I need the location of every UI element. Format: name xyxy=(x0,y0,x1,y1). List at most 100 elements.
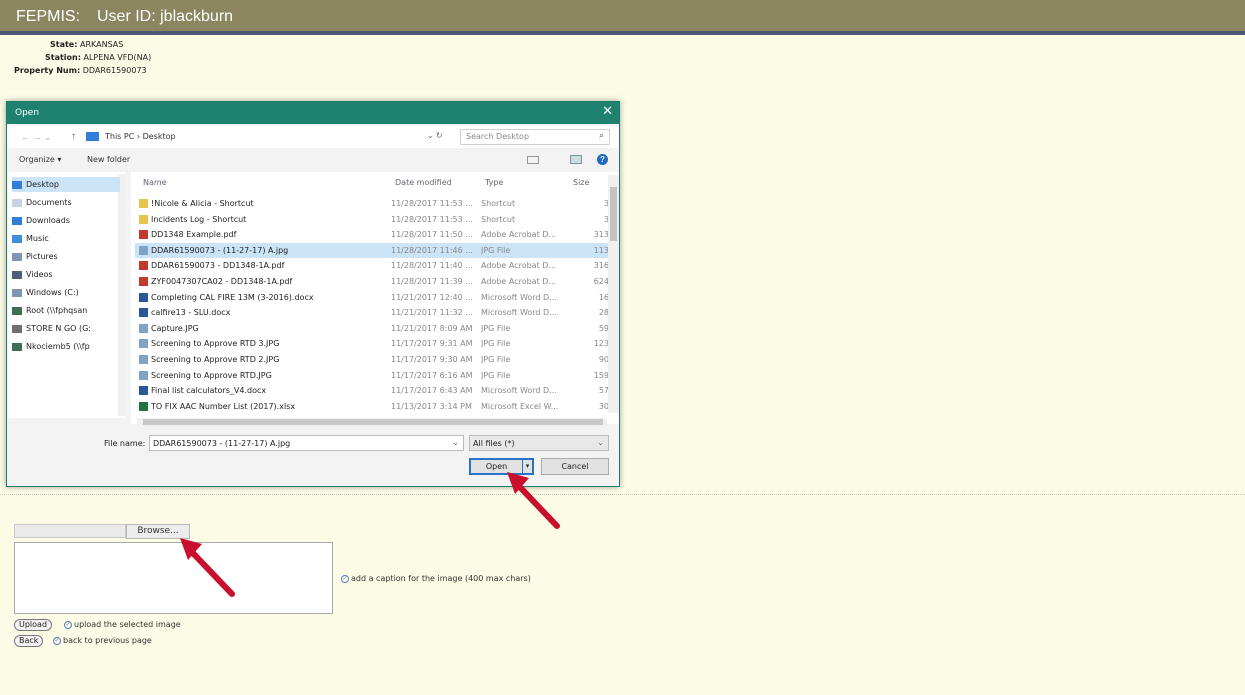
app-name: FEPMIS: xyxy=(16,8,81,25)
file-type: JPG File xyxy=(481,323,511,333)
help-icon[interactable]: ? xyxy=(597,154,608,165)
nav-item-label: Pictures xyxy=(26,252,58,261)
file-row[interactable]: DD1348 Example.pdf 11/28/2017 11:50 ... Ad… xyxy=(135,227,611,242)
folder-icon xyxy=(12,288,22,297)
file-row[interactable]: DDAR61590073 - DD1348-1A.pdf 11/28/2017 1… xyxy=(135,258,611,273)
file-type: Microsoft Excel W... xyxy=(481,401,559,411)
folder-icon xyxy=(12,180,22,189)
nav-item[interactable]: Videos xyxy=(12,267,120,282)
nav-item-label: Music xyxy=(26,234,49,243)
chevron-down-icon[interactable]: ⌄ xyxy=(452,438,459,447)
file-icon xyxy=(139,370,148,380)
open-file-dialog: Open ✕ ← → ⌄ ↑ This PC › Desktop ⌄ ↻ Sea… xyxy=(6,101,620,487)
file-type: Microsoft Word D... xyxy=(481,292,557,302)
property-value: DDAR61590073 xyxy=(82,66,147,75)
file-row[interactable]: calfire13 - SLU.docx 11/21/2017 11:32 ...… xyxy=(135,305,611,320)
file-row[interactable]: TO FIX AAC Number List (2017).xlsx 11/13/… xyxy=(135,399,611,414)
file-row[interactable]: Screening to Approve RTD 2.JPG 11/17/2017… xyxy=(135,352,611,367)
back-hint: ✓ back to previous page xyxy=(53,636,152,645)
folder-icon xyxy=(12,252,22,261)
nav-item[interactable]: Apple iPhone xyxy=(12,172,120,174)
close-icon[interactable]: ✕ xyxy=(602,104,613,119)
file-type: Shortcut xyxy=(481,214,516,224)
navigation-pane: Quick accessThis PCApple iPhoneDesktopDo… xyxy=(8,172,125,418)
scroll-thumb-horizontal[interactable] xyxy=(143,419,603,425)
view-options-icon[interactable] xyxy=(527,156,539,164)
file-path-field[interactable] xyxy=(14,524,126,538)
file-name: Capture.JPG xyxy=(151,323,199,333)
nav-item[interactable]: Windows (C:) xyxy=(12,285,120,300)
info-check-icon: ✓ xyxy=(341,574,349,583)
file-date: 11/28/2017 11:39 ... xyxy=(391,277,473,286)
horizontal-scrollbar[interactable] xyxy=(137,418,607,426)
file-icon xyxy=(139,355,148,364)
nav-item[interactable]: Music xyxy=(12,231,120,246)
file-icon xyxy=(139,199,148,208)
address-bar[interactable]: This PC › Desktop xyxy=(105,131,451,145)
column-type[interactable]: Type xyxy=(485,178,503,187)
state-value: ARKANSAS xyxy=(79,40,124,49)
file-icon xyxy=(139,245,148,255)
file-row[interactable]: DDAR61590073 - (11-27-17) A.jpg 11/28/201… xyxy=(135,242,611,258)
back-button[interactable]: Back xyxy=(14,635,44,647)
refresh-icon[interactable]: ⌄ ↻ xyxy=(427,131,443,140)
chevron-down-icon[interactable]: ⌄ xyxy=(597,438,604,447)
file-name: Screening to Approve RTD.JPG xyxy=(151,370,272,380)
nav-item-label: STORE N GO (G: xyxy=(26,324,91,333)
search-icon: ⌕ xyxy=(598,131,604,141)
file-icon xyxy=(139,339,148,349)
vertical-scrollbar[interactable] xyxy=(608,175,619,413)
organize-button[interactable]: Organize ▾ xyxy=(19,155,61,164)
nav-item-label: Nkociemb5 (\\fp xyxy=(26,342,90,351)
caption-textarea[interactable] xyxy=(14,542,333,614)
info-check-icon: ✓ xyxy=(64,620,72,629)
file-date: 11/17/2017 9:30 AM xyxy=(391,355,473,364)
nav-item[interactable]: Desktop xyxy=(12,177,120,192)
file-date: 11/28/2017 11:53 ... xyxy=(391,214,473,224)
search-input[interactable]: Search Desktop ⌕ xyxy=(460,129,610,145)
info-check-icon: ✓ xyxy=(53,636,61,645)
up-arrow-icon[interactable]: ↑ xyxy=(71,131,76,142)
new-folder-button[interactable]: New folder xyxy=(87,155,130,164)
file-row[interactable]: Incidents Log - Shortcut 11/28/2017 11:53… xyxy=(135,212,611,227)
nav-item[interactable]: Documents xyxy=(12,195,120,210)
file-name-input[interactable]: DDAR61590073 - (11-27-17) A.jpg ⌄ xyxy=(149,435,464,451)
file-row[interactable]: Screening to Approve RTD 3.JPG 11/17/2017… xyxy=(135,336,611,351)
file-date: 11/28/2017 11:50 ... xyxy=(391,230,473,240)
file-row[interactable]: !Nicole & Alicia - Shortcut 11/28/2017 11… xyxy=(135,196,611,211)
folder-icon xyxy=(12,324,22,333)
file-icon xyxy=(139,292,148,302)
file-type-select[interactable]: All files (*) ⌄ xyxy=(469,435,609,451)
file-type: JPG File xyxy=(481,355,511,364)
file-size: 28 xyxy=(598,308,609,318)
file-row[interactable]: ZYF0047307CA02 - DD1348-1A.pdf 11/28/2017… xyxy=(135,274,611,289)
file-row[interactable]: Capture.JPG 11/21/2017 8:09 AM JPG File 59 xyxy=(135,321,611,336)
back-forward-icon[interactable]: ← → ⌄ xyxy=(21,132,52,143)
address-row: ← → ⌄ ↑ This PC › Desktop ⌄ ↻ Search Des… xyxy=(7,126,619,148)
caption-hint-text: add a caption for the image (400 max cha… xyxy=(351,574,531,583)
file-type-value: All files (*) xyxy=(473,439,515,448)
upload-button[interactable]: Upload xyxy=(14,619,53,631)
file-row[interactable]: Completing CAL FIRE 13M (3-2016).docx 11/… xyxy=(135,290,611,305)
file-date: 11/13/2017 3:14 PM xyxy=(391,401,472,411)
preview-pane-icon[interactable] xyxy=(570,155,582,164)
file-row[interactable]: Screening to Approve RTD.JPG 11/17/2017 6… xyxy=(135,368,611,383)
file-type: Microsoft Word D... xyxy=(481,386,557,396)
folder-icon xyxy=(12,198,22,207)
nav-item[interactable]: Downloads xyxy=(12,213,120,228)
file-size: 59 xyxy=(598,323,609,333)
file-row[interactable]: Final list calculators_V4.docx 11/17/2017… xyxy=(135,383,611,398)
nav-item[interactable]: Pictures xyxy=(12,249,120,264)
column-name[interactable]: Name xyxy=(143,178,167,187)
upload-hint-text: upload the selected image xyxy=(74,620,181,629)
column-size[interactable]: Size xyxy=(573,178,589,187)
file-date: 11/21/2017 11:32 ... xyxy=(391,308,473,318)
nav-item[interactable]: Nkociemb5 (\\fp xyxy=(12,339,120,354)
address-path: This PC › Desktop xyxy=(105,132,176,141)
nav-item[interactable]: STORE N GO (G: xyxy=(12,321,120,336)
scroll-thumb[interactable] xyxy=(610,187,617,241)
column-date[interactable]: Date modified xyxy=(395,178,452,187)
nav-item[interactable]: Root (\\fphqsan xyxy=(12,303,120,318)
folder-icon xyxy=(12,342,22,351)
file-name: Final list calculators_V4.docx xyxy=(151,386,267,396)
